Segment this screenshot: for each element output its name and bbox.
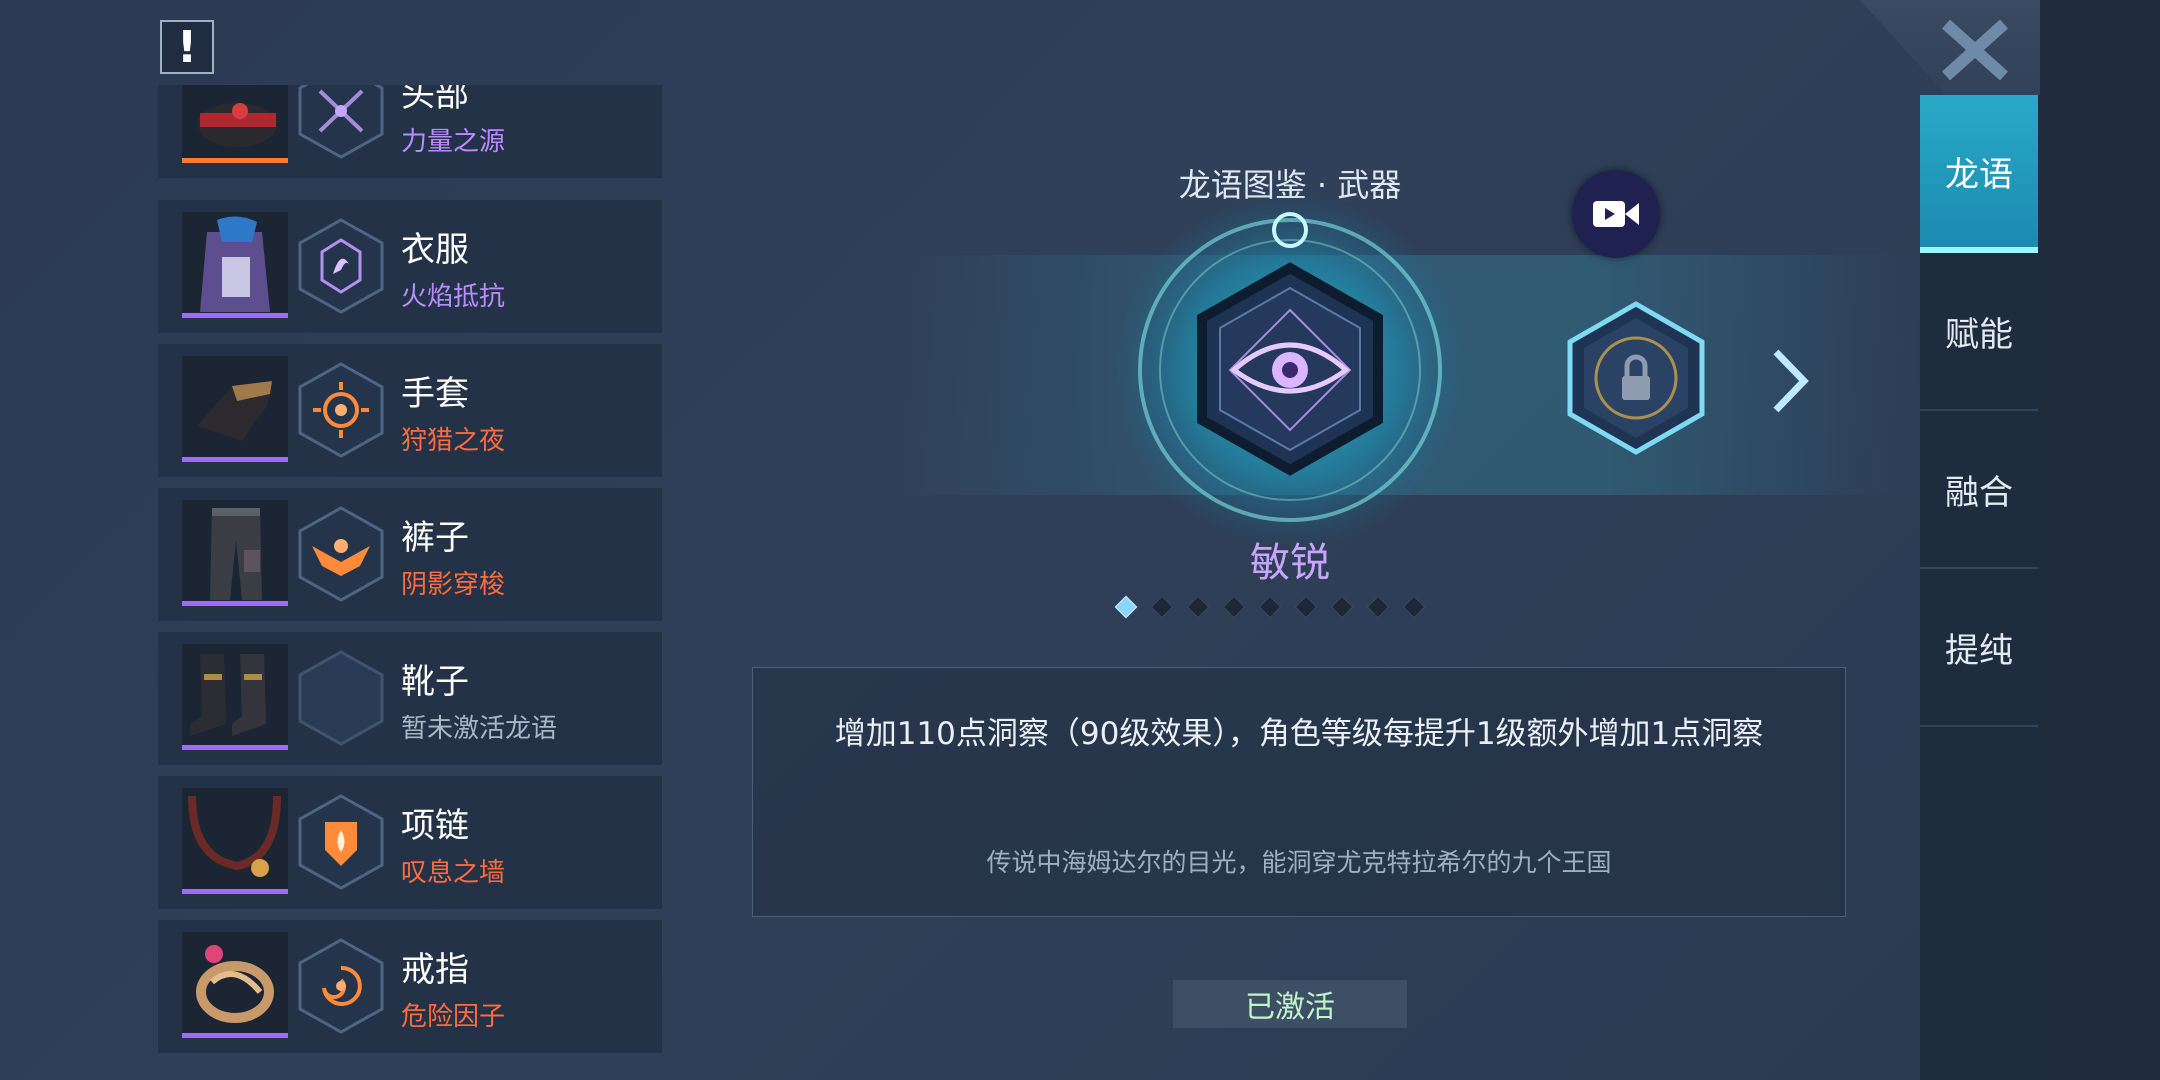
equipment-name: 手套 xyxy=(401,374,469,414)
necklace-thumbnail xyxy=(182,788,288,894)
rarity-bar xyxy=(182,457,288,462)
equipment-dragonword: 力量之源 xyxy=(401,127,506,157)
equipment-dragonword: 阴影穿梭 xyxy=(401,570,506,600)
equipment-dragonword: 危险因子 xyxy=(401,1002,506,1032)
equipment-name: 头部 xyxy=(401,85,469,115)
equipment-name: 项链 xyxy=(401,806,469,846)
side-tab-bar: 龙语 赋能 融合 提纯 xyxy=(1920,95,2038,1080)
shield-flame-icon xyxy=(298,794,384,890)
page-dot[interactable] xyxy=(1114,595,1138,619)
equipment-row-pants[interactable]: 裤子 阴影穿梭 xyxy=(158,488,662,621)
dragonword-skill-name: 敏锐 xyxy=(1250,540,1330,586)
boots-thumbnail xyxy=(182,644,288,750)
lock-icon[interactable] xyxy=(1566,300,1706,456)
effect-text: 增加110点洞察（90级效果），角色等级每提升1级额外增加1点洞察 xyxy=(834,716,1764,752)
rarity-bar xyxy=(182,601,288,606)
equipment-dragonword: 叹息之墙 xyxy=(401,858,506,888)
equipment-row-ring[interactable]: 戒指 危险因子 xyxy=(158,920,662,1053)
sun-moon-icon xyxy=(298,362,384,458)
equipment-dragonword: 狩猎之夜 xyxy=(401,426,506,456)
right-edge-panel xyxy=(2038,0,2160,1080)
bat-wing-icon xyxy=(298,506,384,602)
rarity-bar xyxy=(182,158,288,163)
rarity-bar xyxy=(182,1033,288,1038)
lore-text: 传说中海姆达尔的目光，能洞穿尤克特拉希尔的九个王国 xyxy=(986,848,1612,877)
activated-status-button[interactable]: 已激活 xyxy=(1173,980,1407,1028)
head-gear-thumbnail xyxy=(182,85,288,163)
tab-dragonword[interactable]: 龙语 xyxy=(1920,95,2038,253)
equipment-row-necklace[interactable]: 项链 叹息之墙 xyxy=(158,776,662,909)
tab-fusion[interactable]: 融合 xyxy=(1920,411,2038,569)
swirl-icon xyxy=(298,938,384,1034)
page-dot[interactable] xyxy=(1258,595,1282,619)
gloves-thumbnail xyxy=(182,356,288,462)
equipment-dragonword: 火焰抵抗 xyxy=(401,282,506,312)
alert-button[interactable]: ! xyxy=(160,20,214,74)
rarity-bar xyxy=(182,745,288,750)
equipment-row-head[interactable]: 头部 力量之源 xyxy=(158,85,662,178)
crossed-swords-icon xyxy=(298,85,384,159)
page-dot[interactable] xyxy=(1186,595,1210,619)
equipment-dragonword: 暂未激活龙语 xyxy=(401,714,558,744)
equipment-name: 靴子 xyxy=(401,662,469,702)
equipment-row-gloves[interactable]: 手套 狩猎之夜 xyxy=(158,344,662,477)
page-indicator xyxy=(1114,595,1426,619)
equipment-list[interactable]: 头部 力量之源 衣服 火焰抵抗 手套 狩猎之夜 裤子 阴影穿梭 靴子 暂未激活龙… xyxy=(158,85,662,1055)
tab-refine[interactable]: 提纯 xyxy=(1920,569,2038,727)
page-dot[interactable] xyxy=(1222,595,1246,619)
rarity-bar xyxy=(182,889,288,894)
equipment-name: 戒指 xyxy=(401,950,469,990)
video-camera-icon[interactable] xyxy=(1572,170,1660,258)
page-dot[interactable] xyxy=(1330,595,1354,619)
empty-slot-icon xyxy=(298,650,384,746)
tab-empower[interactable]: 赋能 xyxy=(1920,253,2038,411)
close-icon[interactable] xyxy=(1940,20,2010,80)
page-dot[interactable] xyxy=(1294,595,1318,619)
equipment-row-boots[interactable]: 靴子 暂未激活龙语 xyxy=(158,632,662,765)
page-dot[interactable] xyxy=(1150,595,1174,619)
equipment-name: 裤子 xyxy=(401,518,469,558)
description-panel: 增加110点洞察（90级效果），角色等级每提升1级额外增加1点洞察 传说中海姆达… xyxy=(752,667,1846,917)
eye-icon[interactable] xyxy=(1110,190,1470,550)
chevron-right-icon[interactable] xyxy=(1770,348,1810,414)
equipment-row-clothes[interactable]: 衣服 火焰抵抗 xyxy=(158,200,662,333)
page-dot[interactable] xyxy=(1402,595,1426,619)
page-dot[interactable] xyxy=(1366,595,1390,619)
pants-thumbnail xyxy=(182,500,288,606)
rarity-bar xyxy=(182,313,288,318)
ring-thumbnail xyxy=(182,932,288,1038)
clothes-thumbnail xyxy=(182,212,288,318)
flame-sigil-icon xyxy=(298,218,384,314)
equipment-name: 衣服 xyxy=(401,230,469,270)
